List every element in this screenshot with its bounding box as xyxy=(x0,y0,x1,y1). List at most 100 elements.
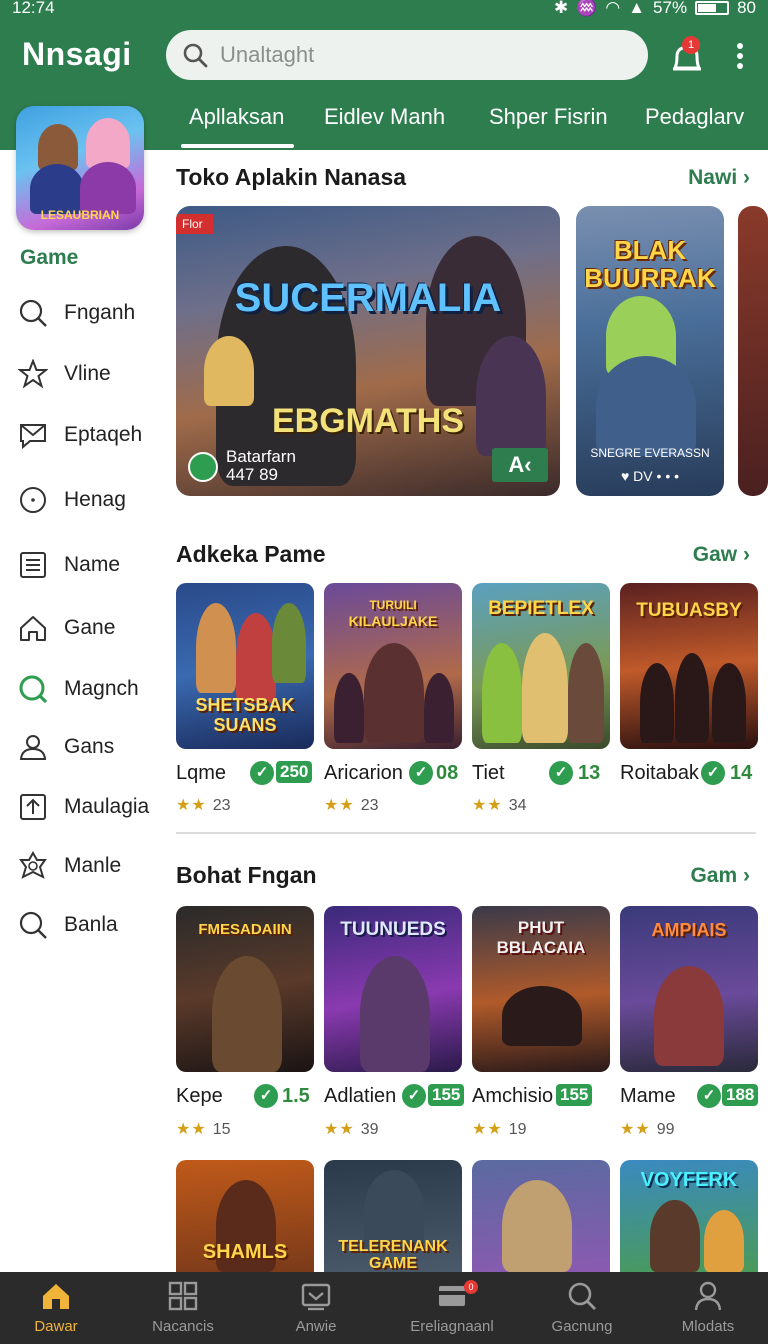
status-extra: 80 xyxy=(737,0,756,17)
featured-game-title: SUCERMALIA xyxy=(234,276,502,320)
featured-card-second[interactable]: BLAK BUURRAK SNEGRE EVERASSN ♥ DV • • • xyxy=(576,206,724,496)
sidebar-item-henag[interactable]: Henag xyxy=(18,479,158,519)
see-all-label: Gaw xyxy=(692,543,738,566)
game-card-1[interactable]: SHETSBAK SUANS xyxy=(176,583,314,749)
rating-value: 23 xyxy=(360,797,379,814)
app-logo[interactable]: LESAUBRIAN xyxy=(16,106,144,230)
card-art-title: TUUNUEDS xyxy=(340,919,446,940)
featured-install-button[interactable]: A‹ xyxy=(492,448,548,482)
game-card-7[interactable]: PHUT BBLACAIA xyxy=(472,906,610,1072)
check-icon: ✓ xyxy=(549,761,573,785)
game-card-5-count: 1.5 xyxy=(282,1085,310,1107)
more-options-icon[interactable] xyxy=(730,40,750,72)
sidebar-item-magnch[interactable]: Magnch xyxy=(18,668,158,708)
nav-item-ereliagnaanl[interactable]: 0 Ereliagnaanl xyxy=(388,1272,516,1344)
rating-value: 15 xyxy=(212,1121,231,1138)
nav-label: Nacancis xyxy=(152,1318,214,1335)
game-card-3-count: 13 xyxy=(578,762,601,784)
search-bar[interactable] xyxy=(166,30,648,80)
sidebar-item-gane[interactable]: Gane xyxy=(18,607,158,647)
card-art-title: TELERENANK GAME xyxy=(338,1238,448,1272)
card-art-title: TUBUASBY xyxy=(636,600,742,621)
game-card-4-count: 14 xyxy=(730,762,753,784)
card-art-title: SHAMLS xyxy=(202,1241,288,1263)
section3-see-all-link[interactable]: Gam › xyxy=(690,864,750,888)
stars-icon: ★★ xyxy=(176,797,207,814)
featured-meta: Batarfarn 447 89 xyxy=(226,448,296,484)
game-card-5[interactable]: FMESADAIIN xyxy=(176,906,314,1072)
sidebar-item-name[interactable]: Name xyxy=(18,544,158,584)
featured-count: 447 89 xyxy=(226,465,278,484)
game-card-6-name: Adlatien xyxy=(324,1085,397,1107)
sidebar-item-eptaqeh[interactable]: Eptaqeh xyxy=(18,414,158,454)
game-card-8-count: 188 xyxy=(722,1084,759,1106)
sidebar-item-vline[interactable]: Vline xyxy=(18,353,158,393)
game-card-4[interactable]: TUBUASBY xyxy=(620,583,758,749)
check-icon: ✓ xyxy=(254,1084,278,1108)
featured-card-main[interactable]: Flor SUCERMALIA EBGMATHS Batarfarn 447 8… xyxy=(176,206,560,496)
sidebar-item-label: Gane xyxy=(64,616,116,639)
search-input[interactable] xyxy=(220,30,630,80)
nav-item-dawar[interactable]: Dawar xyxy=(0,1272,120,1344)
check-icon: ✓ xyxy=(250,761,274,785)
search-icon xyxy=(19,299,47,327)
tab-shper-fisrin[interactable]: Shper Fisrin xyxy=(489,104,608,130)
nav-item-nacancis[interactable]: Nacancis xyxy=(119,1272,247,1344)
featured-game-subtitle: EBGMATHS xyxy=(271,402,465,440)
list-icon xyxy=(20,552,46,578)
game-card-11[interactable] xyxy=(472,1160,610,1272)
game-card-6[interactable]: TUUNUEDS xyxy=(324,906,462,1072)
nav-item-mlodats[interactable]: Mlodats xyxy=(644,1272,768,1344)
sidebar-item-manle[interactable]: Manle xyxy=(18,845,158,885)
sidebar-item-fnganh[interactable]: Fnganh xyxy=(18,292,158,332)
section2-see-all-link[interactable]: Gaw › xyxy=(693,543,750,567)
game-card-6-rating: ★★ 39 xyxy=(324,1119,378,1139)
chevron-right-icon: › xyxy=(743,166,750,189)
rating-value: 19 xyxy=(508,1121,527,1138)
card-art-title: PHUT BBLACAIA xyxy=(496,918,586,957)
sidebar-item-maulagia[interactable]: Maulagia xyxy=(18,786,158,826)
game-card-12[interactable]: VOYFERK xyxy=(620,1160,758,1272)
sidebar-item-gans[interactable]: Gans xyxy=(18,726,158,766)
nav-label: Anwie xyxy=(295,1318,337,1335)
tab-apllaksan[interactable]: Apllaksan xyxy=(180,104,295,148)
second-game-caption: SNEGRE EVERASSN xyxy=(590,446,710,460)
chevron-right-icon: › xyxy=(743,543,750,566)
featured-badge: Flor xyxy=(176,214,213,234)
featured-card-third[interactable] xyxy=(738,206,768,496)
check-icon: ✓ xyxy=(701,761,725,785)
check-icon: ✓ xyxy=(697,1084,721,1108)
game-card-2[interactable]: TURUILI KILAULJAKE xyxy=(324,583,462,749)
sidebar-item-label: Henag xyxy=(64,488,126,511)
card-art-title: FMESADAIIN xyxy=(198,921,292,938)
search-icon xyxy=(183,43,208,68)
game-card-1-count: 250 xyxy=(276,761,313,783)
game-card-9[interactable]: SHAMLS xyxy=(176,1160,314,1272)
card-art-title: BEPIETLEX xyxy=(488,598,594,619)
check-icon: ✓ xyxy=(402,1084,426,1108)
tab-pedaglarv[interactable]: Pedaglarv xyxy=(645,104,744,130)
sidebar-item-banla[interactable]: Banla xyxy=(18,904,158,944)
tab-eidlev-manh[interactable]: Eidlev Manh xyxy=(324,104,445,130)
signal-icon: ▲ xyxy=(628,0,646,17)
card-art-title: AMPIAIS xyxy=(651,920,727,940)
home-icon xyxy=(43,1284,69,1309)
game-card-1-name: Lqme xyxy=(176,762,227,784)
tab-bar: Apllaksan Eidlev Manh Shper Fisrin Pedag… xyxy=(166,96,768,150)
game-card-8[interactable]: AMPIAIS xyxy=(620,906,758,1072)
game-card-7-name: Amchisio xyxy=(472,1085,554,1107)
game-card-10[interactable]: TELERENANK GAME xyxy=(324,1160,462,1272)
star-icon xyxy=(18,359,48,389)
game-card-1-rating: ★★ 23 xyxy=(176,795,230,815)
game-card-3[interactable]: BEPIETLEX xyxy=(472,583,610,749)
sidebar-item-label: Maulagia xyxy=(64,795,150,818)
featured-see-all-link[interactable]: Nawi › xyxy=(688,166,750,190)
section-divider xyxy=(176,832,756,834)
nav-label: Ereliagnaanl xyxy=(410,1318,494,1335)
nav-item-gacnung[interactable]: Gacnung xyxy=(518,1272,646,1344)
stars-icon: ★★ xyxy=(324,797,355,814)
nav-item-anwie[interactable]: Anwie xyxy=(252,1272,380,1344)
card-art-title: KILAULJAKE xyxy=(348,613,438,629)
card-art-title: SHETSBAK SUANS xyxy=(195,695,295,735)
sidebar: LESAUBRIAN Game Fnganh Vline Eptaqeh Hen… xyxy=(0,0,158,1272)
